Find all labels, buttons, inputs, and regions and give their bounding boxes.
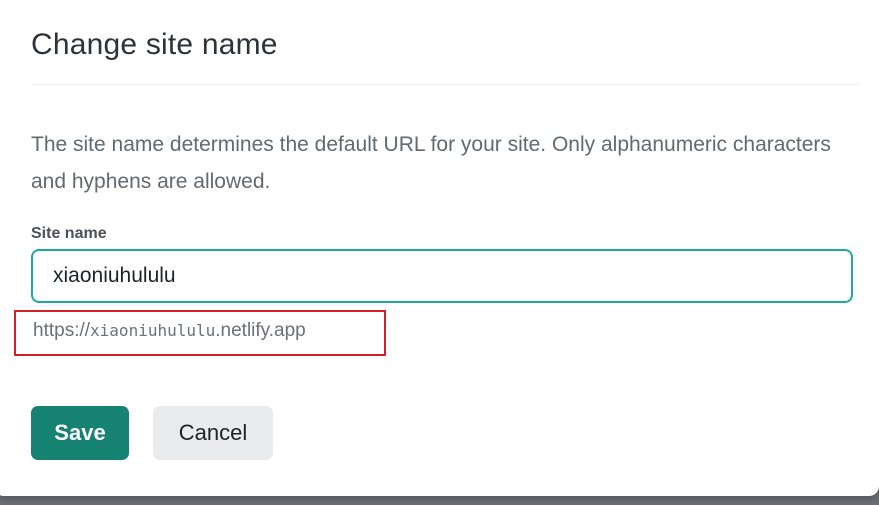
url-highlight-annotation [14, 310, 386, 356]
dialog-title: Change site name [31, 28, 278, 61]
change-site-name-dialog: Change site name The site name determine… [0, 0, 879, 496]
cancel-button[interactable]: Cancel [153, 406, 273, 460]
dialog-description: The site name determines the default URL… [31, 133, 831, 193]
title-divider [31, 84, 859, 85]
site-name-input[interactable] [31, 249, 853, 303]
site-name-label: Site name [31, 225, 107, 242]
save-button[interactable]: Save [31, 406, 129, 460]
